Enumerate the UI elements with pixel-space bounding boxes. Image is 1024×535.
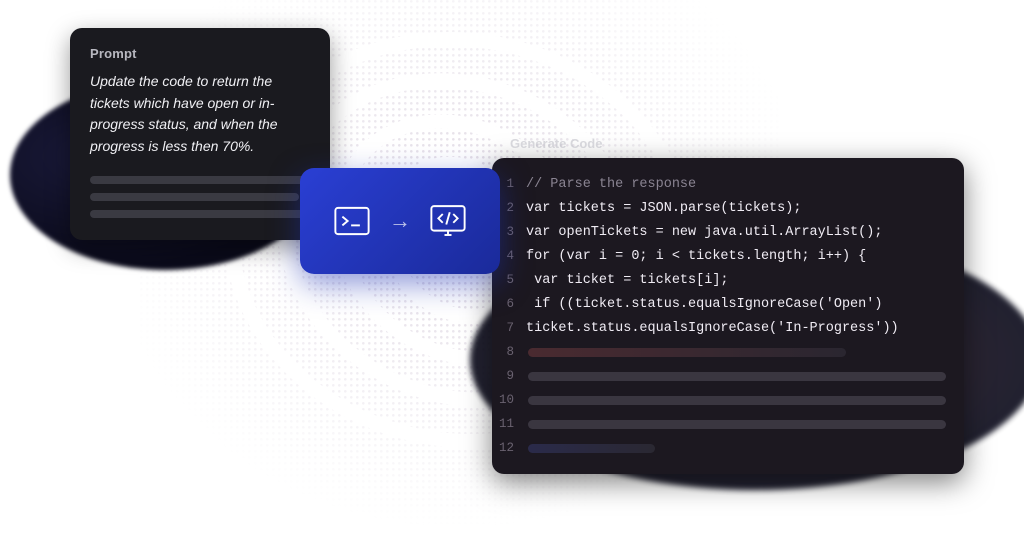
code-line-placeholder: 10 <box>492 388 964 412</box>
code-text: var openTickets = new java.util.ArrayLis… <box>526 225 882 240</box>
line-number: 7 <box>492 321 526 335</box>
placeholder-line <box>528 348 846 357</box>
code-text: var tickets = JSON.parse(tickets); <box>526 201 801 216</box>
line-number: 12 <box>492 441 526 455</box>
placeholder-line <box>528 396 946 405</box>
code-line-placeholder: 12 <box>492 436 964 460</box>
code-line: 3 var openTickets = new java.util.ArrayL… <box>492 220 964 244</box>
code-line: 5 var ticket = tickets[i]; <box>492 268 964 292</box>
prompt-placeholder-lines <box>90 176 310 218</box>
code-card: Generate Code 1 // Parse the response 2 … <box>492 158 964 474</box>
placeholder-line <box>528 420 946 429</box>
code-screen-icon <box>427 200 469 242</box>
prompt-text: Update the code to return the tickets wh… <box>90 71 310 158</box>
terminal-icon <box>331 200 373 242</box>
code-text: ticket.status.equalsIgnoreCase('In-Progr… <box>526 321 899 336</box>
placeholder-line <box>90 210 310 218</box>
code-text: var ticket = tickets[i]; <box>526 273 729 288</box>
placeholder-line <box>90 176 310 184</box>
prompt-card: Prompt Update the code to return the tic… <box>70 28 330 240</box>
placeholder-line <box>90 193 299 201</box>
line-number: 11 <box>492 417 526 431</box>
code-line: 2 var tickets = JSON.parse(tickets); <box>492 196 964 220</box>
code-text: // Parse the response <box>526 177 696 192</box>
arrow-right-icon: → <box>389 208 411 234</box>
code-text: for (var i = 0; i < tickets.length; i++)… <box>526 249 866 264</box>
code-line: 4 for (var i = 0; i < tickets.length; i+… <box>492 244 964 268</box>
line-number: 9 <box>492 369 526 383</box>
code-line-placeholder: 8 <box>492 340 964 364</box>
code-line: 6 if ((ticket.status.equalsIgnoreCase('O… <box>492 292 964 316</box>
placeholder-line <box>528 444 655 453</box>
prompt-label: Prompt <box>90 46 310 61</box>
line-number: 6 <box>492 297 526 311</box>
line-number: 5 <box>492 273 526 287</box>
code-label: Generate Code <box>510 136 602 151</box>
line-number: 8 <box>492 345 526 359</box>
code-line: 7 ticket.status.equalsIgnoreCase('In-Pro… <box>492 316 964 340</box>
code-line-placeholder: 9 <box>492 364 964 388</box>
code-line: 1 // Parse the response <box>492 172 964 196</box>
transform-badge: → <box>300 168 500 274</box>
code-text: if ((ticket.status.equalsIgnoreCase('Ope… <box>526 297 882 312</box>
code-line-placeholder: 11 <box>492 412 964 436</box>
line-number: 10 <box>492 393 526 407</box>
placeholder-line <box>528 372 946 381</box>
